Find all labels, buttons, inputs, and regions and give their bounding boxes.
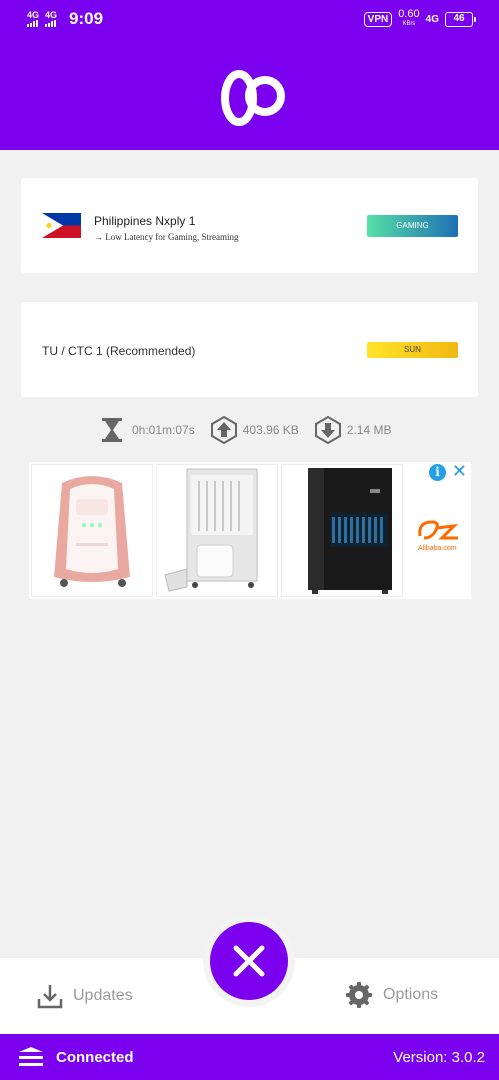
download-stat: 2.14 MB xyxy=(314,416,392,444)
sim2-signal: 4G xyxy=(45,11,57,27)
server-card[interactable]: Philippines Nxply 1 → Low Latency for Ga… xyxy=(21,178,478,273)
clock: 9:09 xyxy=(69,9,104,28)
ad-banner[interactable]: Alibaba.com i ✕ xyxy=(29,460,471,599)
connection-stats: 0h:01m:07s 403.96 KB 2.14 MB xyxy=(100,414,391,446)
options-button[interactable]: Options xyxy=(345,981,438,1009)
options-label: Options xyxy=(383,986,439,1003)
download-icon xyxy=(314,416,341,444)
network-card[interactable]: TU / CTC 1 (Recommended) SUN xyxy=(21,302,478,397)
server-name: Philippines Nxply 1 xyxy=(94,214,196,228)
signal-bars-icon xyxy=(45,20,57,27)
sim2-label: 4G xyxy=(45,10,58,20)
footer-bar: Connected Version: 3.0.2 xyxy=(0,1034,499,1080)
upload-icon xyxy=(210,416,237,444)
updates-button[interactable]: Updates xyxy=(37,983,133,1009)
alibaba-logo-icon: Alibaba.com xyxy=(418,520,459,552)
server-description: → Low Latency for Gaming, Streaming xyxy=(94,232,239,242)
ad-product-image[interactable] xyxy=(31,464,153,597)
vpn-indicator: VPN xyxy=(363,11,393,27)
upload-value: 403.96 KB xyxy=(242,423,299,437)
disconnect-button[interactable] xyxy=(210,922,288,1000)
ad-close-icon[interactable]: ✕ xyxy=(452,460,467,482)
connection-status: Connected xyxy=(56,1049,134,1066)
philippines-flag-icon xyxy=(42,213,81,238)
ad-info-icon[interactable]: i xyxy=(429,464,446,481)
sim1-label: 4G xyxy=(27,10,40,20)
gear-icon xyxy=(346,982,372,1008)
dehumidifier-pink-image xyxy=(32,465,152,596)
battery-icon: 46 xyxy=(445,11,476,27)
download-tray-icon xyxy=(37,985,63,1009)
network-tag-badge: SUN xyxy=(367,342,458,358)
server-tag-badge: GAMING xyxy=(367,215,458,237)
duration-stat: 0h:01m:07s xyxy=(100,417,195,443)
network-speed: 0.60 KB/s xyxy=(398,9,419,29)
ad-product-image[interactable] xyxy=(281,464,403,597)
ad-product-image[interactable] xyxy=(156,464,278,597)
dehumidifier-white-image xyxy=(157,465,277,596)
speed-unit: KB/s xyxy=(402,21,416,27)
network-name: TU / CTC 1 (Recommended) xyxy=(42,344,196,358)
sim1-signal: 4G xyxy=(27,11,39,27)
upload-stat: 403.96 KB xyxy=(210,416,299,444)
app-version: Version: 3.0.2 xyxy=(393,1049,485,1066)
speed-value: 0.60 xyxy=(398,8,420,20)
alibaba-brand-text: Alibaba.com xyxy=(418,545,457,552)
menu-icon[interactable] xyxy=(18,1046,44,1068)
dehumidifier-black-image xyxy=(282,465,402,596)
status-bar: 4G 4G 9:09 VPN 0.60 KB/s 4G 46 xyxy=(0,0,499,38)
duration-value: 0h:01m:07s xyxy=(132,423,195,437)
mobile-network: 4G xyxy=(425,13,439,25)
updates-label: Updates xyxy=(73,987,133,1004)
close-icon xyxy=(233,945,265,977)
hourglass-icon xyxy=(102,418,122,442)
signal-bars-icon xyxy=(27,20,38,27)
app-logo-icon xyxy=(221,70,285,126)
download-value: 2.14 MB xyxy=(346,423,392,437)
